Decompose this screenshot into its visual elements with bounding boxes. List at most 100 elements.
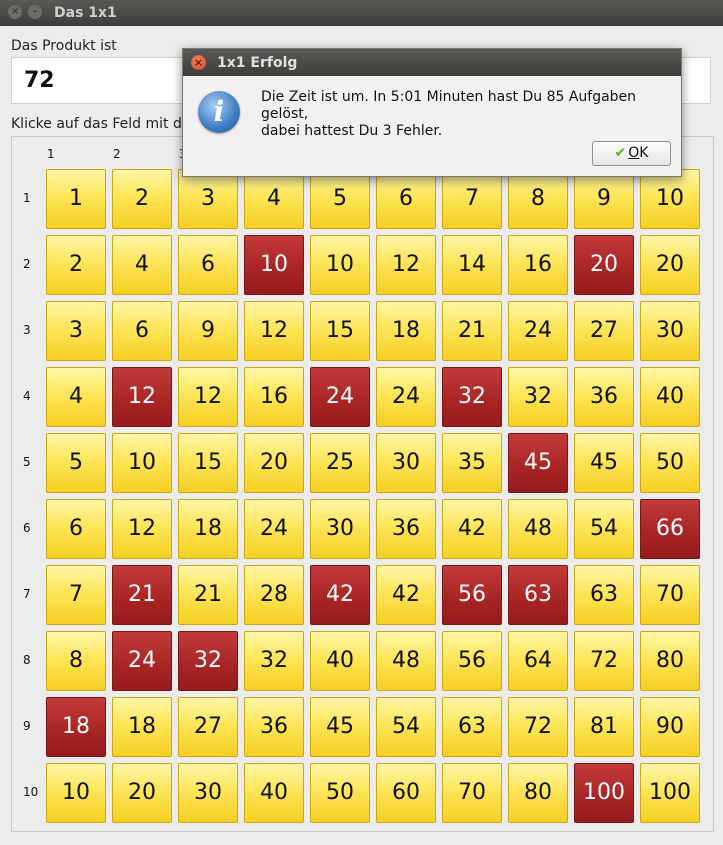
grid-cell[interactable]: 18 xyxy=(178,499,238,559)
grid-cell[interactable]: 20 xyxy=(640,235,700,295)
grid-cell[interactable]: 30 xyxy=(178,763,238,823)
grid-cell[interactable]: 45 xyxy=(310,697,370,757)
grid-cell[interactable]: 72 xyxy=(574,631,634,691)
grid-cell[interactable]: 10 xyxy=(112,433,172,493)
grid-cell[interactable]: 54 xyxy=(574,499,634,559)
grid-cell[interactable]: 4 xyxy=(112,235,172,295)
grid-cell[interactable]: 5 xyxy=(310,169,370,229)
grid-cell-wrong[interactable]: 21 xyxy=(112,565,172,625)
grid-cell[interactable]: 6 xyxy=(112,301,172,361)
grid-cell[interactable]: 63 xyxy=(442,697,502,757)
grid-cell[interactable]: 27 xyxy=(574,301,634,361)
grid-cell[interactable]: 80 xyxy=(640,631,700,691)
grid-cell[interactable]: 32 xyxy=(508,367,568,427)
grid-cell-wrong[interactable]: 20 xyxy=(574,235,634,295)
grid-cell[interactable]: 7 xyxy=(46,565,106,625)
grid-cell[interactable]: 1 xyxy=(46,169,106,229)
grid-cell-wrong[interactable]: 56 xyxy=(442,565,502,625)
grid-cell[interactable]: 4 xyxy=(244,169,304,229)
grid-cell[interactable]: 9 xyxy=(178,301,238,361)
grid-cell[interactable]: 24 xyxy=(508,301,568,361)
grid-cell[interactable]: 25 xyxy=(310,433,370,493)
grid-cell[interactable]: 7 xyxy=(442,169,502,229)
grid-cell[interactable]: 56 xyxy=(442,631,502,691)
grid-cell[interactable]: 35 xyxy=(442,433,502,493)
grid-cell[interactable]: 3 xyxy=(46,301,106,361)
grid-cell-wrong[interactable]: 66 xyxy=(640,499,700,559)
grid-cell[interactable]: 70 xyxy=(640,565,700,625)
grid-cell[interactable]: 72 xyxy=(508,697,568,757)
grid-cell[interactable]: 28 xyxy=(244,565,304,625)
grid-cell[interactable]: 80 xyxy=(508,763,568,823)
grid-cell[interactable]: 12 xyxy=(178,367,238,427)
grid-cell-wrong[interactable]: 24 xyxy=(310,367,370,427)
grid-cell[interactable]: 2 xyxy=(46,235,106,295)
grid-cell[interactable]: 16 xyxy=(244,367,304,427)
grid-cell[interactable]: 10 xyxy=(310,235,370,295)
grid-cell[interactable]: 45 xyxy=(574,433,634,493)
grid-cell[interactable]: 9 xyxy=(574,169,634,229)
grid-cell[interactable]: 90 xyxy=(640,697,700,757)
grid-cell-wrong[interactable]: 100 xyxy=(574,763,634,823)
grid-cell[interactable]: 42 xyxy=(376,565,436,625)
grid-cell[interactable]: 18 xyxy=(112,697,172,757)
grid-cell[interactable]: 30 xyxy=(376,433,436,493)
grid-cell[interactable]: 36 xyxy=(574,367,634,427)
grid-cell[interactable]: 63 xyxy=(574,565,634,625)
grid-cell[interactable]: 16 xyxy=(508,235,568,295)
grid-cell[interactable]: 40 xyxy=(244,763,304,823)
grid-cell[interactable]: 100 xyxy=(640,763,700,823)
grid-cell[interactable]: 32 xyxy=(244,631,304,691)
grid-cell[interactable]: 15 xyxy=(178,433,238,493)
grid-cell[interactable]: 6 xyxy=(178,235,238,295)
grid-cell[interactable]: 42 xyxy=(442,499,502,559)
grid-cell[interactable]: 30 xyxy=(310,499,370,559)
grid-cell[interactable]: 21 xyxy=(178,565,238,625)
grid-cell[interactable]: 24 xyxy=(376,367,436,427)
grid-cell[interactable]: 2 xyxy=(112,169,172,229)
grid-cell[interactable]: 54 xyxy=(376,697,436,757)
grid-cell[interactable]: 60 xyxy=(376,763,436,823)
dialog-close-button[interactable]: × xyxy=(191,55,206,70)
grid-cell[interactable]: 5 xyxy=(46,433,106,493)
window-minimize-button[interactable]: – xyxy=(28,5,42,19)
grid-cell[interactable]: 12 xyxy=(112,499,172,559)
grid-cell[interactable]: 18 xyxy=(376,301,436,361)
grid-cell[interactable]: 27 xyxy=(178,697,238,757)
grid-cell[interactable]: 8 xyxy=(46,631,106,691)
grid-cell[interactable]: 10 xyxy=(640,169,700,229)
grid-cell[interactable]: 50 xyxy=(310,763,370,823)
grid-cell-wrong[interactable]: 18 xyxy=(46,697,106,757)
window-close-button[interactable]: × xyxy=(8,5,22,19)
grid-cell[interactable]: 12 xyxy=(244,301,304,361)
grid-cell[interactable]: 48 xyxy=(508,499,568,559)
grid-cell-wrong[interactable]: 63 xyxy=(508,565,568,625)
grid-cell[interactable]: 6 xyxy=(46,499,106,559)
ok-button[interactable]: ✔ OK xyxy=(592,141,671,166)
grid-cell[interactable]: 24 xyxy=(244,499,304,559)
grid-cell-wrong[interactable]: 12 xyxy=(112,367,172,427)
grid-cell[interactable]: 4 xyxy=(46,367,106,427)
grid-cell-wrong[interactable]: 10 xyxy=(244,235,304,295)
grid-cell-wrong[interactable]: 45 xyxy=(508,433,568,493)
grid-cell[interactable]: 50 xyxy=(640,433,700,493)
grid-cell[interactable]: 36 xyxy=(244,697,304,757)
grid-cell[interactable]: 12 xyxy=(376,235,436,295)
grid-cell[interactable]: 20 xyxy=(244,433,304,493)
grid-cell[interactable]: 40 xyxy=(640,367,700,427)
grid-cell[interactable]: 6 xyxy=(376,169,436,229)
grid-cell[interactable]: 36 xyxy=(376,499,436,559)
grid-cell[interactable]: 70 xyxy=(442,763,502,823)
grid-cell[interactable]: 81 xyxy=(574,697,634,757)
grid-cell[interactable]: 15 xyxy=(310,301,370,361)
grid-cell[interactable]: 3 xyxy=(178,169,238,229)
grid-cell[interactable]: 64 xyxy=(508,631,568,691)
grid-cell[interactable]: 30 xyxy=(640,301,700,361)
grid-cell[interactable]: 20 xyxy=(112,763,172,823)
grid-cell[interactable]: 21 xyxy=(442,301,502,361)
grid-cell-wrong[interactable]: 32 xyxy=(442,367,502,427)
grid-cell-wrong[interactable]: 24 xyxy=(112,631,172,691)
grid-cell-wrong[interactable]: 42 xyxy=(310,565,370,625)
grid-cell[interactable]: 48 xyxy=(376,631,436,691)
grid-cell[interactable]: 14 xyxy=(442,235,502,295)
